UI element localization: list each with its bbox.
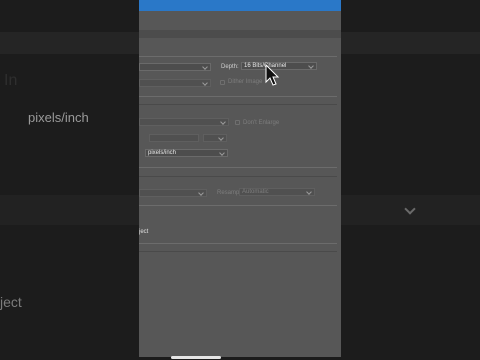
depth-label: Depth: (221, 64, 239, 70)
dither-label: Dither Image (228, 79, 263, 85)
chevron-down-icon (219, 150, 225, 156)
chevron-down-icon (198, 190, 204, 196)
home-indicator (171, 356, 221, 359)
dont-enlarge-checkbox[interactable] (235, 120, 240, 125)
chevron-down-icon (220, 119, 226, 125)
cursor-arrow-icon (265, 64, 280, 86)
resample-value: Automatic (242, 189, 269, 195)
height-unit-dropdown[interactable] (203, 134, 227, 142)
object-label: ject (139, 229, 149, 235)
chevron-down-icon (308, 63, 314, 69)
divider (139, 56, 337, 57)
resolution-unit-dropdown[interactable]: pixels/inch (145, 149, 228, 157)
background-object-label: ject (0, 294, 22, 310)
chevron-down-icon (218, 135, 224, 141)
background-field: In (4, 72, 18, 89)
dialog-title-bar (139, 0, 341, 11)
dont-enlarge-label: Don't Enlarge (243, 120, 280, 126)
divider (139, 176, 337, 177)
divider (139, 205, 337, 206)
width-field[interactable] (139, 118, 229, 126)
dither-checkbox[interactable] (220, 80, 225, 85)
divider (139, 104, 337, 105)
chevron-down-icon (202, 80, 208, 86)
dialog-header-band (139, 30, 341, 38)
resample-dropdown[interactable]: Automatic (239, 188, 315, 196)
divider (139, 251, 337, 252)
divider (139, 243, 337, 244)
resolution-unit-value: pixels/inch (148, 150, 177, 156)
divider (139, 167, 337, 168)
image-size-dialog: Depth: 16 Bits/Channel Dither Image Don'… (139, 0, 341, 357)
height-field[interactable] (149, 134, 199, 142)
chevron-down-icon (202, 64, 208, 70)
chevron-down-icon (306, 189, 312, 195)
fit-to-dropdown[interactable] (139, 189, 207, 197)
preset-dropdown[interactable] (139, 63, 211, 71)
divider (139, 96, 337, 97)
color-mode-dropdown[interactable] (139, 79, 211, 87)
background-resolution-unit: pixels/inch (28, 110, 89, 125)
